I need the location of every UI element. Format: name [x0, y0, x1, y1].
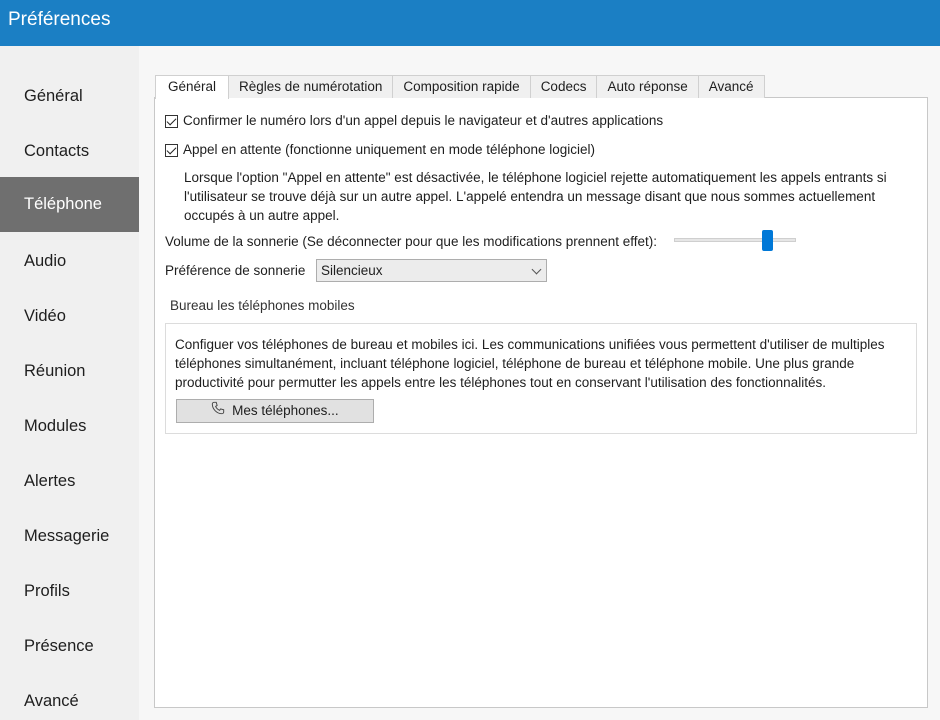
sidebar-item-alertes[interactable]: Alertes	[0, 454, 139, 509]
my-phones-button[interactable]: Mes téléphones...	[176, 399, 374, 423]
sidebar-item-modules[interactable]: Modules	[0, 399, 139, 454]
sidebar: Général Contacts Téléphone Audio Vidéo R…	[0, 46, 139, 720]
sidebar-item-contacts[interactable]: Contacts	[0, 124, 139, 179]
ring-preference-label: Préférence de sonnerie	[165, 263, 306, 278]
tab-advanced[interactable]: Avancé	[698, 75, 765, 98]
sidebar-item-avance[interactable]: Avancé	[0, 674, 139, 720]
desk-mobile-description: Configuer vos téléphones de bureau et mo…	[175, 337, 885, 390]
sidebar-item-audio[interactable]: Audio	[0, 234, 139, 289]
title-bar: Préférences	[0, 0, 940, 46]
tab-auto-answer[interactable]: Auto réponse	[597, 75, 699, 98]
confirm-number-label: Confirmer le numéro lors d'un appel depu…	[183, 113, 664, 128]
confirm-number-checkbox[interactable]	[165, 115, 178, 128]
tab-bar: Général Règles de numérotation Compositi…	[155, 75, 765, 99]
call-waiting-label: Appel en attente (fonctionne uniquement …	[183, 142, 596, 157]
desk-mobile-group-label: Bureau les téléphones mobiles	[170, 298, 355, 313]
tab-codecs[interactable]: Codecs	[530, 75, 598, 98]
sidebar-item-video[interactable]: Vidéo	[0, 289, 139, 344]
ring-volume-slider-thumb[interactable]	[762, 230, 773, 251]
chevron-down-icon	[531, 264, 542, 275]
sidebar-item-telephone[interactable]: Téléphone	[0, 177, 139, 232]
my-phones-button-label: Mes téléphones...	[232, 403, 339, 418]
phone-icon	[211, 400, 225, 422]
sidebar-item-reunion[interactable]: Réunion	[0, 344, 139, 399]
tab-speed-dial[interactable]: Composition rapide	[393, 75, 531, 98]
ring-volume-slider[interactable]	[674, 238, 796, 242]
sidebar-item-presence[interactable]: Présence	[0, 619, 139, 674]
sidebar-item-messagerie[interactable]: Messagerie	[0, 509, 139, 564]
ring-preference-value: Silencieux	[321, 263, 383, 278]
call-waiting-description: Lorsque l'option "Appel en attente" est …	[184, 170, 887, 223]
sidebar-item-profils[interactable]: Profils	[0, 564, 139, 619]
tab-dialing-rules[interactable]: Règles de numérotation	[229, 75, 394, 98]
ring-volume-label: Volume de la sonnerie (Se déconnecter po…	[165, 234, 658, 249]
tab-general[interactable]: Général	[155, 75, 230, 99]
call-waiting-checkbox[interactable]	[165, 144, 178, 157]
sidebar-item-general[interactable]: Général	[0, 69, 139, 124]
window-title: Préférences	[8, 9, 111, 30]
ring-preference-select[interactable]: Silencieux	[316, 259, 547, 282]
